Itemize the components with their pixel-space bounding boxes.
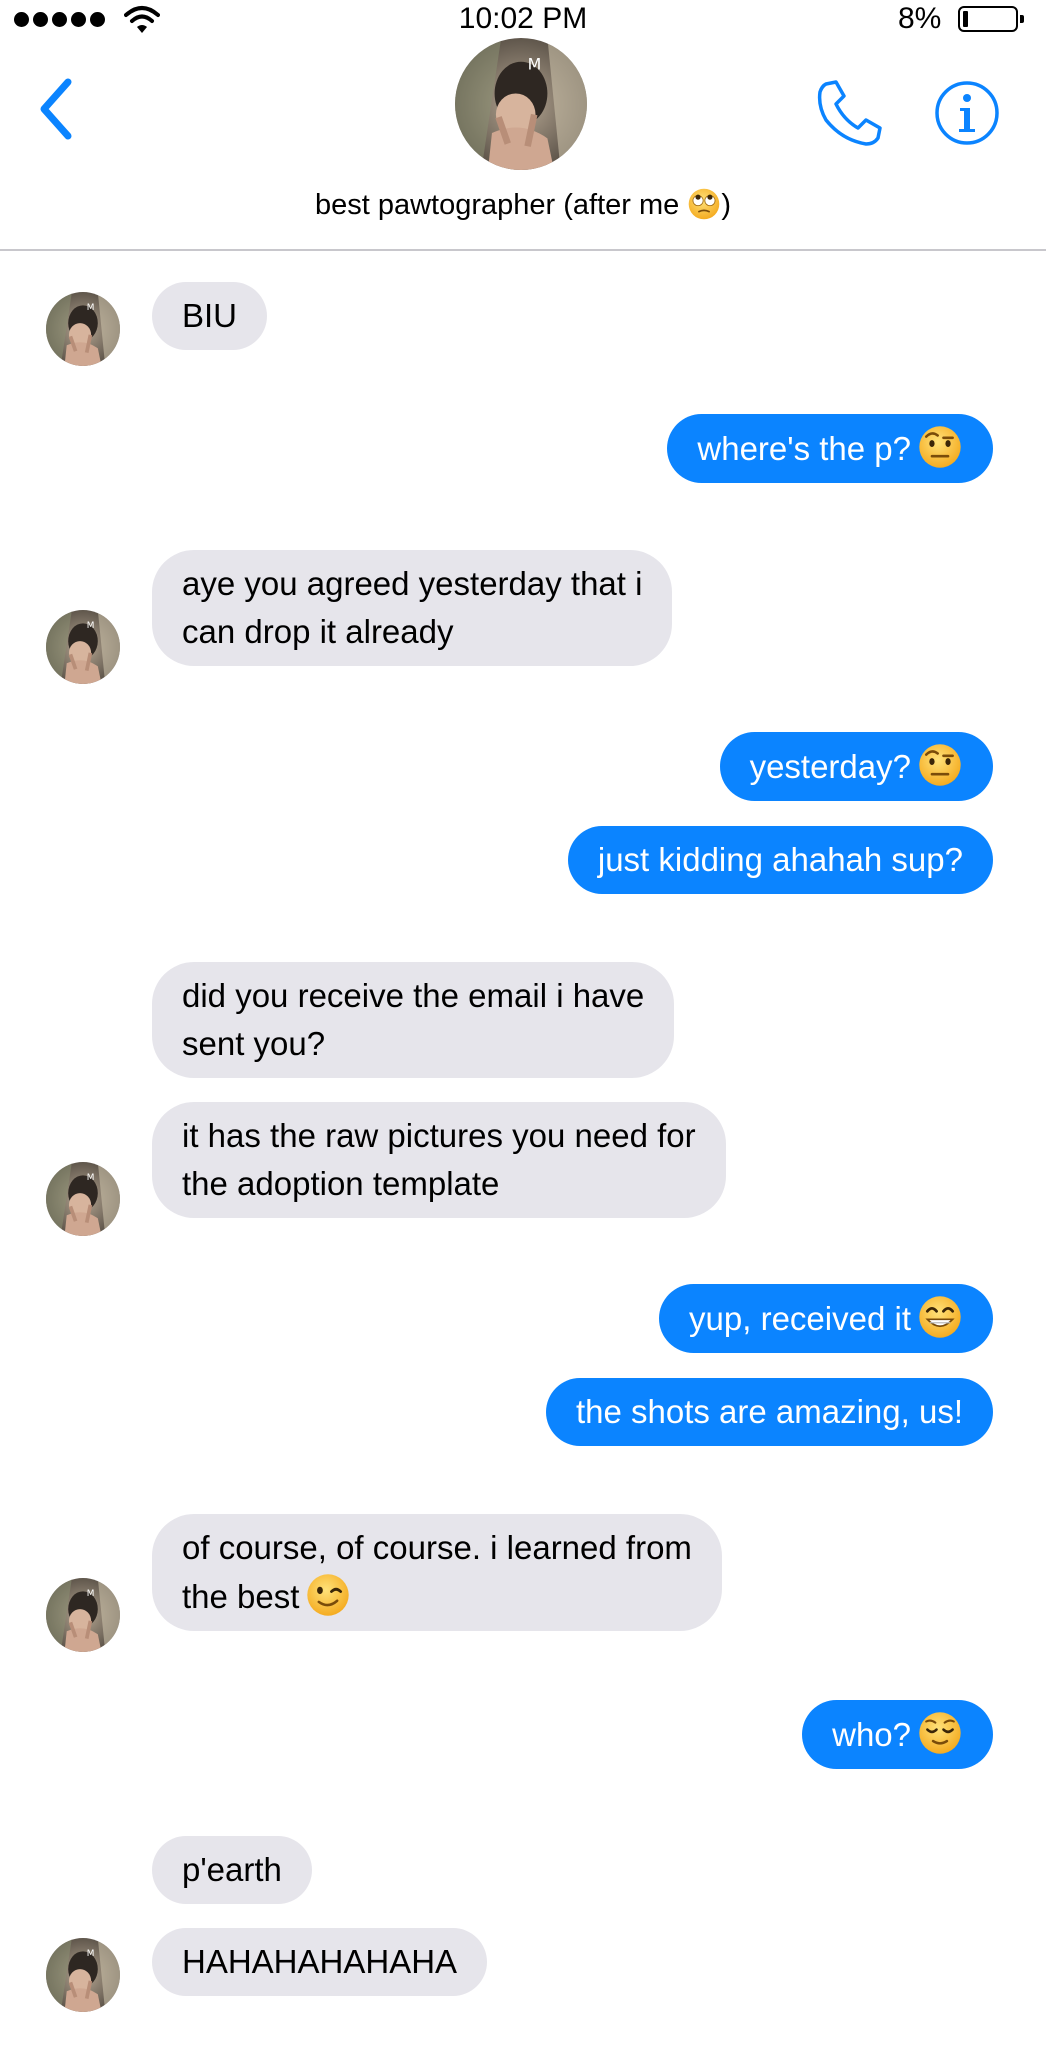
back-button[interactable] — [34, 74, 78, 144]
incoming-message[interactable]: p'earth — [152, 1836, 312, 1904]
raised-eyebrow-emoji-icon — [919, 744, 961, 786]
outgoing-message[interactable]: yesterday? — [719, 732, 993, 801]
battery-percent: 8% — [898, 2, 942, 35]
header-divider — [0, 249, 1046, 251]
status-time: 10:02 PM — [458, 2, 588, 35]
phone-call-button[interactable] — [814, 78, 886, 148]
sender-avatar[interactable] — [46, 1162, 120, 1236]
incoming-message[interactable]: it has the raw pictures you need for the… — [152, 1102, 726, 1218]
outgoing-message[interactable]: just kidding ahahah sup? — [567, 826, 993, 894]
raised-eyebrow-emoji-icon — [919, 426, 961, 468]
status-bar: 10:02 PM 8% — [0, 0, 1046, 40]
incoming-message[interactable]: did you receive the email i have sent yo… — [152, 962, 675, 1078]
outgoing-message[interactable]: where's the p? — [667, 414, 993, 483]
battery-icon — [958, 6, 1024, 32]
sender-avatar[interactable] — [46, 1938, 120, 2012]
relieved-emoji-icon — [919, 1712, 961, 1754]
info-button[interactable] — [934, 80, 1000, 146]
incoming-message[interactable]: aye you agreed yesterday that i can drop… — [152, 550, 673, 666]
incoming-message[interactable]: HAHAHAHAHAHA — [152, 1928, 488, 1996]
incoming-message[interactable]: BIU — [152, 282, 268, 350]
contact-avatar[interactable] — [455, 38, 587, 170]
grinning-emoji-icon — [919, 1296, 961, 1338]
sender-avatar[interactable] — [46, 1578, 120, 1652]
outgoing-message[interactable]: the shots are amazing, us! — [545, 1378, 993, 1446]
winking-emoji-icon — [307, 1574, 350, 1616]
outgoing-message[interactable]: who? — [802, 1700, 993, 1769]
rolling-eyes-emoji-icon — [689, 188, 720, 220]
incoming-message[interactable]: of course, of course. i learned from the… — [152, 1514, 722, 1631]
outgoing-message[interactable]: yup, received it — [659, 1284, 993, 1353]
sender-avatar[interactable] — [46, 610, 120, 684]
conversation-title[interactable]: best pawtographer (after me ) — [0, 183, 1046, 227]
sender-avatar[interactable] — [46, 292, 120, 366]
